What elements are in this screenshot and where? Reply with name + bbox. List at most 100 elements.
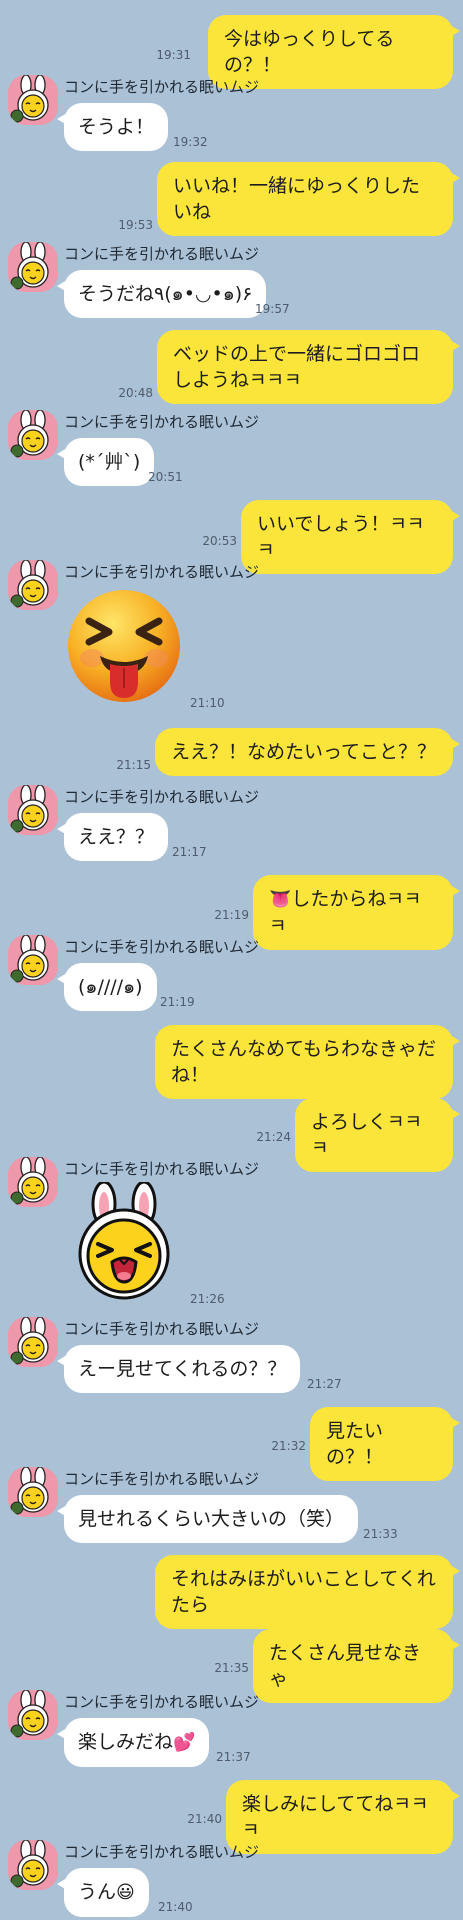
message-text: よろしくㅋㅋㅋ <box>311 1111 422 1159</box>
message-text: 楽しみだね <box>78 1731 174 1753</box>
avatar[interactable] <box>8 1157 58 1207</box>
message-time: 21:19 <box>214 908 249 922</box>
outgoing-message-bubble[interactable]: 見たいの？！ <box>310 1407 460 1481</box>
tongue-face-icon <box>68 590 180 702</box>
message-time: 21:32 <box>271 1439 306 1453</box>
message-time: 21:40 <box>158 1900 193 1914</box>
message-text: 楽しみにしててねㅋㅋㅋ <box>242 1793 429 1841</box>
outgoing-message-bubble[interactable]: よろしくㅋㅋㅋ <box>295 1098 460 1172</box>
avatar[interactable] <box>8 1317 58 1367</box>
message-text: うん <box>78 1881 117 1903</box>
message-text: (๑////๑) <box>78 976 143 998</box>
muzi-avatar-icon <box>8 560 58 610</box>
avatar[interactable] <box>8 410 58 460</box>
message-time: 21:27 <box>307 1377 342 1391</box>
message-time: 20:48 <box>118 386 153 400</box>
incoming-message-bubble[interactable]: (๑////๑) <box>57 963 157 1011</box>
muzi-avatar-icon <box>8 1317 58 1367</box>
incoming-message-bubble[interactable]: えー見せてくれるの？？ <box>56 1345 301 1393</box>
outgoing-message-bubble[interactable]: たくさん見せなきゃ <box>253 1629 460 1703</box>
muzi-avatar-icon <box>8 785 58 835</box>
message-time: 21:17 <box>172 845 207 859</box>
sender-name: コンに手を引かれる眠いムジ <box>64 788 260 806</box>
sender-name: コンに手を引かれる眠いムジ <box>64 245 260 263</box>
muzi-avatar-icon <box>8 410 58 460</box>
message-text: えー見せてくれるの？？ <box>78 1358 287 1380</box>
message-text: (*´艸`) <box>78 451 141 473</box>
two-hearts-icon: 💕 <box>173 1732 196 1753</box>
sender-name: コンに手を引かれる眠いムジ <box>64 938 260 956</box>
muzi-avatar-icon <box>8 935 58 985</box>
avatar[interactable] <box>8 1690 58 1740</box>
sender-name: コンに手を引かれる眠いムジ <box>64 1693 260 1711</box>
muzi-avatar-icon <box>8 1690 58 1740</box>
chat-room: 今はゆっくりしてるの？！ 19:31 コンに手を引かれる眠いムジ そうよ！ 19… <box>0 0 463 1920</box>
sender-name: コンに手を引かれる眠いムジ <box>64 413 260 431</box>
incoming-message-bubble[interactable]: ええ？？ <box>56 813 169 861</box>
outgoing-message-bubble[interactable]: ベッドの上で一緒にゴロゴロしようねㅋㅋㅋ <box>157 330 460 404</box>
message-time: 21:35 <box>214 1661 249 1675</box>
muzi-avatar-icon <box>8 75 58 125</box>
message-text: それはみほがいいことしてくれたら <box>171 1568 436 1616</box>
message-time: 20:53 <box>202 534 237 548</box>
muzi-avatar-icon <box>8 1467 58 1517</box>
message-text: したからねㅋㅋㅋ <box>269 888 422 937</box>
message-time: 21:19 <box>160 995 195 1009</box>
message-text: たくさんなめてもらわなきゃだね！ <box>171 1038 437 1086</box>
sender-name: コンに手を引かれる眠いムジ <box>64 563 260 581</box>
message-text: いいでしょう！ㅋㅋㅋ <box>257 513 425 561</box>
sender-name: コンに手を引かれる眠いムジ <box>64 1320 260 1338</box>
avatar[interactable] <box>8 1840 58 1890</box>
muzi-avatar-icon <box>8 1157 58 1207</box>
message-time: 21:24 <box>256 1130 291 1144</box>
incoming-message-bubble[interactable]: そうだね٩(๑•◡•๑)۶ <box>56 270 267 318</box>
incoming-message-bubble[interactable]: 見せれるくらい大きいの（笑） <box>56 1495 359 1543</box>
outgoing-message-bubble[interactable]: いいでしょう！ㅋㅋㅋ <box>241 500 460 574</box>
tongue-face-emoji-sticker[interactable] <box>64 586 184 710</box>
message-time: 21:37 <box>216 1750 251 1764</box>
message-time: 20:51 <box>148 470 183 484</box>
message-time: 21:33 <box>363 1527 398 1541</box>
message-text: 見たいの？！ <box>326 1420 384 1468</box>
incoming-message-bubble[interactable]: (*´艸`) <box>56 438 155 486</box>
sender-name: コンに手を引かれる眠いムジ <box>64 1470 260 1488</box>
sender-name: コンに手を引かれる眠いムジ <box>64 78 260 96</box>
message-time: 21:26 <box>190 1292 225 1306</box>
message-text: たくさん見せなきゃ <box>269 1642 422 1690</box>
outgoing-message-bubble[interactable]: それはみほがいいことしてくれたら <box>155 1555 460 1629</box>
muzi-bunny-laughing-sticker[interactable] <box>68 1180 180 1304</box>
outgoing-message-bubble[interactable]: いいね！一緒にゆっくりしたいね <box>157 162 460 236</box>
message-time: 21:15 <box>116 758 151 772</box>
outgoing-message-bubble[interactable]: ええ？！なめたいってこと？？ <box>155 728 460 776</box>
tongue-emoji-icon: 👅 <box>269 889 292 910</box>
outgoing-message-bubble[interactable]: 👅したからねㅋㅋㅋ <box>253 875 460 950</box>
avatar[interactable] <box>8 560 58 610</box>
avatar[interactable] <box>8 1467 58 1517</box>
message-time: 19:53 <box>118 218 153 232</box>
message-text: そうよ！ <box>78 116 155 138</box>
muzi-character-icon <box>78 1180 170 1300</box>
message-time: 19:32 <box>173 135 208 149</box>
avatar[interactable] <box>8 935 58 985</box>
avatar[interactable] <box>8 75 58 125</box>
message-text: いいね！一緒にゆっくりしたいね <box>173 175 421 223</box>
message-text: そうだね٩(๑•◡•๑)۶ <box>78 283 253 305</box>
message-text: ベッドの上で一緒にゴロゴロしようねㅋㅋㅋ <box>173 343 421 391</box>
message-time: 21:40 <box>187 1812 222 1826</box>
avatar[interactable] <box>8 242 58 292</box>
message-time: 21:10 <box>190 696 225 710</box>
outgoing-message-bubble[interactable]: 楽しみにしててねㅋㅋㅋ <box>226 1780 460 1854</box>
message-text: 今はゆっくりしてるの？！ <box>224 28 395 76</box>
message-text: ええ？！なめたいってこと？？ <box>171 741 437 763</box>
incoming-message-bubble[interactable]: うん😃 <box>57 1868 149 1917</box>
incoming-message-bubble[interactable]: 楽しみだね💕 <box>56 1718 210 1767</box>
incoming-message-bubble[interactable]: そうよ！ <box>56 103 169 151</box>
message-text: ええ？？ <box>78 826 155 848</box>
sender-name: コンに手を引かれる眠いムジ <box>64 1160 260 1178</box>
avatar[interactable] <box>8 785 58 835</box>
message-text: 見せれるくらい大きいの（笑） <box>78 1508 345 1530</box>
message-time: 19:57 <box>255 302 290 316</box>
muzi-avatar-icon <box>8 1840 58 1890</box>
message-time: 19:31 <box>156 48 191 62</box>
outgoing-message-bubble[interactable]: たくさんなめてもらわなきゃだね！ <box>155 1025 460 1099</box>
